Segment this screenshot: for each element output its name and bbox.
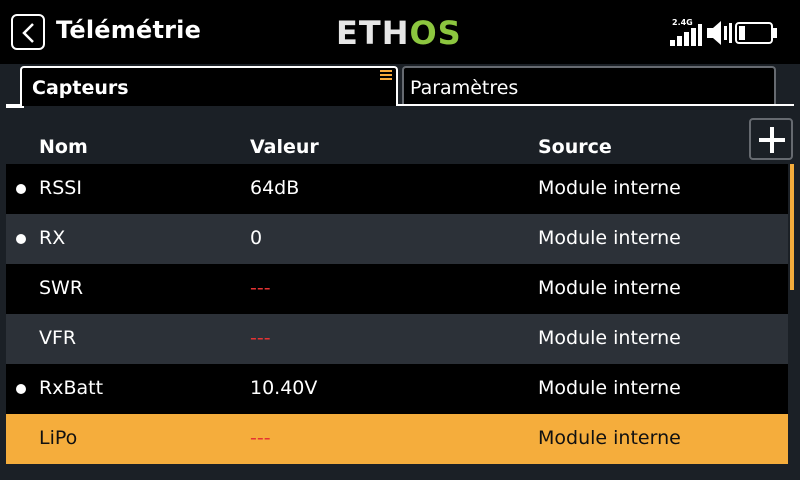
back-button[interactable] xyxy=(11,14,45,50)
sensor-row[interactable]: VFR --- Module interne xyxy=(6,314,788,364)
signal-bars-icon xyxy=(670,24,702,46)
sensor-row-selected[interactable]: LiPo --- Module interne xyxy=(6,414,788,464)
sensor-list: RSSI 64dB Module interne RX 0 Module int… xyxy=(6,164,788,464)
tab-parametres[interactable]: Paramètres xyxy=(402,66,776,104)
sensor-value: --- xyxy=(250,427,271,449)
sensor-row[interactable]: RxBatt 10.40V Module interne xyxy=(6,364,788,414)
page-title: Télémétrie xyxy=(56,16,202,44)
sensor-name: SWR xyxy=(39,277,84,299)
sensor-name: RX xyxy=(39,227,66,249)
scrollbar[interactable] xyxy=(790,164,794,290)
sensor-row[interactable]: SWR --- Module interne xyxy=(6,264,788,314)
sensor-value: 0 xyxy=(250,227,263,249)
status-icons: 2.4G xyxy=(670,14,790,48)
back-arrow-icon xyxy=(22,23,34,43)
ethos-logo: ETHOS xyxy=(336,13,462,53)
tab-parametres-label: Paramètres xyxy=(410,77,519,99)
sensor-name: RxBatt xyxy=(39,377,104,399)
sensor-name: LiPo xyxy=(39,427,78,449)
logo-text-os: OS xyxy=(409,14,462,52)
sensor-value: 10.40V xyxy=(250,377,318,399)
sensor-source: Module interne xyxy=(538,327,681,349)
active-dot-icon xyxy=(16,234,26,244)
logo-text-eth: ETH xyxy=(336,14,410,52)
active-dot-icon xyxy=(16,184,26,194)
sensor-name: RSSI xyxy=(39,177,82,199)
tab-menu-icon[interactable] xyxy=(380,70,392,82)
speaker-icon xyxy=(707,21,732,45)
tab-capteurs[interactable]: Capteurs xyxy=(20,66,398,106)
sensor-row[interactable]: RSSI 64dB Module interne xyxy=(6,164,788,214)
sensor-source: Module interne xyxy=(538,277,681,299)
sensor-value: --- xyxy=(250,277,271,299)
tab-capteurs-label: Capteurs xyxy=(32,77,129,99)
sensor-source: Module interne xyxy=(538,427,681,449)
sensor-row[interactable]: RX 0 Module interne xyxy=(6,214,788,264)
top-bar: Télémétrie ETHOS 2.4G xyxy=(0,0,800,64)
sensor-source: Module interne xyxy=(538,377,681,399)
column-header-valeur: Valeur xyxy=(250,136,319,158)
add-sensor-button[interactable] xyxy=(749,118,793,160)
column-header-source: Source xyxy=(538,136,612,158)
sensor-source: Module interne xyxy=(538,177,681,199)
active-dot-icon xyxy=(16,384,26,394)
battery-icon xyxy=(735,22,777,44)
sensor-value: --- xyxy=(250,327,271,349)
sensor-source: Module interne xyxy=(538,227,681,249)
plus-icon xyxy=(759,127,785,153)
column-header-nom: Nom xyxy=(39,136,88,158)
sensor-value: 64dB xyxy=(250,177,300,199)
sensor-name: VFR xyxy=(39,327,77,349)
